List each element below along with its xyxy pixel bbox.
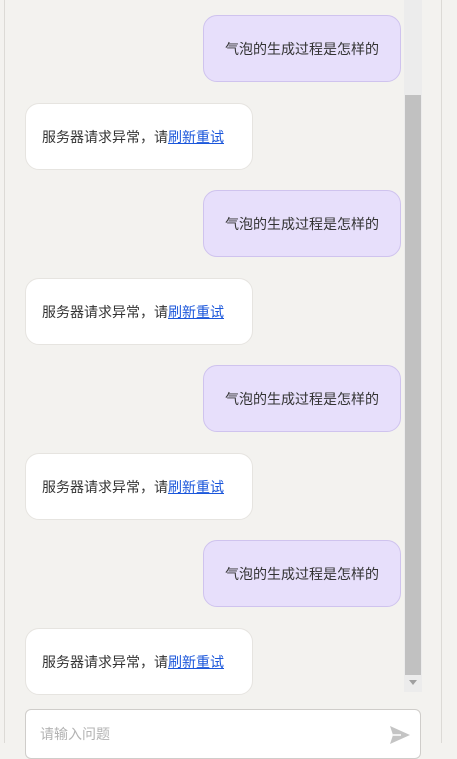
refresh-retry-link[interactable]: 刷新重试 bbox=[168, 127, 224, 147]
user-message-text: 气泡的生成过程是怎样的 bbox=[225, 216, 379, 233]
refresh-retry-link[interactable]: 刷新重试 bbox=[168, 477, 224, 497]
user-message: 气泡的生成过程是怎样的 bbox=[203, 190, 401, 257]
bot-message-text: 服务器请求异常，请 bbox=[42, 129, 168, 146]
message-list: 气泡的生成过程是怎样的 服务器请求异常，请 刷新重试 气泡的生成过程是怎样的 服务… bbox=[5, 0, 441, 700]
user-message-text: 气泡的生成过程是怎样的 bbox=[225, 41, 379, 58]
scroll-down-arrow-icon[interactable] bbox=[409, 680, 417, 685]
scrollbar-thumb[interactable] bbox=[405, 95, 421, 675]
refresh-retry-link[interactable]: 刷新重试 bbox=[168, 302, 224, 322]
bot-message-text: 服务器请求异常，请 bbox=[42, 304, 168, 321]
question-input-box bbox=[25, 709, 421, 759]
bot-message-text: 服务器请求异常，请 bbox=[42, 479, 168, 496]
bot-message: 服务器请求异常，请 刷新重试 bbox=[25, 103, 253, 170]
user-message-text: 气泡的生成过程是怎样的 bbox=[225, 566, 379, 583]
bot-message: 服务器请求异常，请 刷新重试 bbox=[25, 453, 253, 520]
send-icon bbox=[390, 726, 410, 744]
bot-message-text: 服务器请求异常，请 bbox=[42, 654, 168, 671]
user-message: 气泡的生成过程是怎样的 bbox=[203, 540, 401, 607]
bot-message: 服务器请求异常，请 刷新重试 bbox=[25, 278, 253, 345]
right-divider bbox=[441, 0, 442, 743]
chat-window: 气泡的生成过程是怎样的 服务器请求异常，请 刷新重试 气泡的生成过程是怎样的 服务… bbox=[0, 0, 457, 759]
bot-message: 服务器请求异常，请 刷新重试 bbox=[25, 628, 253, 695]
user-message: 气泡的生成过程是怎样的 bbox=[203, 15, 401, 82]
user-message-text: 气泡的生成过程是怎样的 bbox=[225, 391, 379, 408]
send-button[interactable] bbox=[389, 725, 411, 745]
user-message: 气泡的生成过程是怎样的 bbox=[203, 365, 401, 432]
refresh-retry-link[interactable]: 刷新重试 bbox=[168, 652, 224, 672]
